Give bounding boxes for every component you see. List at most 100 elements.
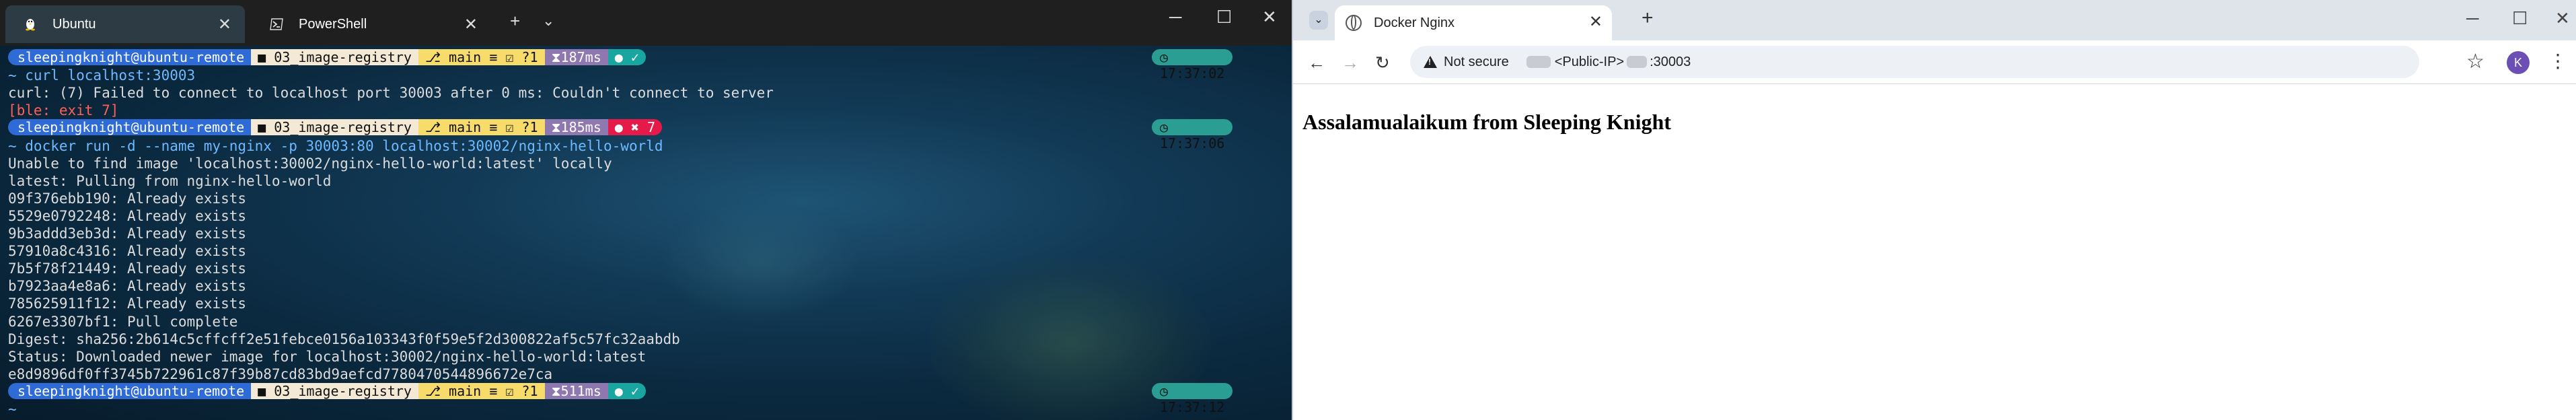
output-line: e8d9896df0ff3745b722961c87f39b87cd83bd9a… — [8, 366, 553, 382]
tab-search-button[interactable]: ⌄ — [1309, 11, 1328, 30]
git-branch-icon: ⎇ — [425, 119, 449, 135]
output-line: 785625911f12: Already exists — [8, 295, 247, 312]
prompt-duration: ⧗511ms — [544, 383, 608, 399]
reload-button[interactable]: ↻ — [1375, 53, 1390, 73]
prompt-duration-label: 185ms — [560, 119, 601, 135]
address-bar[interactable]: Not secure <Public-IP> :30003 — [1410, 46, 2419, 78]
back-button[interactable]: ← — [1308, 53, 1325, 73]
browser-window[interactable]: ⌄ Docker Nginx ✕ + ─ ☐ ✕ ← → ↻ Not secur… — [1292, 0, 2576, 420]
terminal-tab-bar: Ubuntu ✕ PowerShell ✕ + ⌄ ─ ☐ ✕ — [0, 0, 1292, 46]
terminal-window[interactable]: Ubuntu ✕ PowerShell ✕ + ⌄ ─ ☐ ✕ sleeping… — [0, 0, 1292, 420]
output-line: b7923aa4e8a6: Already exists — [8, 278, 247, 294]
folder-icon: ■ — [258, 383, 274, 399]
close-icon[interactable]: ✕ — [1589, 12, 1603, 32]
prompt-git-label: main ≡ ☑ ?1 — [449, 49, 538, 65]
command-line: ~ docker run -d --name my-nginx -p 30003… — [8, 138, 663, 154]
clock-icon: ◷ — [1160, 383, 1169, 399]
prompt-dir: ■ 03_image-registry — [251, 119, 418, 135]
not-secure-label: Not secure — [1444, 54, 1509, 69]
chevron-down-icon[interactable]: ⌄ — [542, 12, 554, 30]
bookmark-star-icon[interactable]: ☆ — [2466, 50, 2485, 73]
output-line: Status: Downloaded newer image for local… — [8, 349, 647, 365]
menu-kebab-icon[interactable]: ⋮ — [2548, 50, 2567, 72]
profile-avatar[interactable]: K — [2507, 51, 2530, 74]
output-line: 57910a8c4316: Already exists — [8, 243, 247, 259]
prompt-duration: ⧗187ms — [544, 49, 608, 65]
prompt-line: sleepingknight@ubuntu-remote ■ 03_image-r… — [8, 49, 646, 67]
prompt-dir-label: 03_image-registry — [274, 119, 412, 135]
clock-icon: ◷ — [1160, 49, 1169, 65]
prompt-duration-label: 187ms — [560, 49, 601, 65]
prompt-git-label: main ≡ ☑ ?1 — [449, 383, 538, 399]
close-icon[interactable]: ✕ — [464, 15, 478, 34]
prompt-user: sleepingknight@ubuntu-remote — [8, 383, 252, 399]
prompt-clock: ◷ 17:37:06 — [1152, 119, 1233, 151]
new-tab-button[interactable]: + — [1642, 7, 1654, 30]
output-line: latest: Pulling from nginx-hello-world — [8, 173, 332, 189]
prompt-user: sleepingknight@ubuntu-remote — [8, 119, 252, 135]
timer-icon: ⧗ — [551, 383, 561, 399]
prompt-clock-label: 17:37:12 — [1160, 399, 1225, 415]
output-line: 09f376ebb190: Already exists — [8, 190, 247, 207]
page-content: Assalamualaikum from Sleeping Knight — [1293, 84, 2576, 420]
prompt-clock: ◷ 17:37:02 — [1152, 49, 1233, 81]
linux-penguin-icon — [23, 17, 38, 32]
redacted-block — [1627, 56, 1648, 68]
tab-ubuntu-label: Ubuntu — [52, 16, 96, 32]
output-line: curl: (7) Failed to connect to localhost… — [8, 85, 774, 101]
prompt-git: ⎇ main ≡ ☑ ?1 — [418, 383, 545, 399]
prompt-dir-label: 03_image-registry — [274, 383, 412, 399]
status-dot-icon: ● — [614, 119, 631, 135]
timer-icon: ⧗ — [551, 119, 561, 135]
page-heading: Assalamualaikum from Sleeping Knight — [1302, 110, 1671, 134]
status-dot-icon: ● — [614, 49, 631, 65]
minimize-button[interactable]: ─ — [1169, 7, 1181, 28]
output-line: 5529e0792248: Already exists — [8, 208, 247, 224]
output-line: Digest: sha256:2b614c5cffcff2e51febce015… — [8, 331, 680, 347]
git-branch-icon: ⎇ — [425, 383, 449, 399]
output-line: 9b3addd3eb3d: Already exists — [8, 225, 247, 242]
error-line: [ble: exit 7] — [8, 102, 119, 118]
prompt-dir: ■ 03_image-registry — [251, 49, 418, 65]
close-icon[interactable]: ✕ — [218, 15, 231, 34]
prompt-git: ⎇ main ≡ ☑ ?1 — [418, 49, 545, 65]
browser-tab-title: Docker Nginx — [1374, 15, 1455, 30]
close-button[interactable]: ✕ — [1262, 7, 1277, 28]
prompt-clock-label: 17:37:02 — [1160, 65, 1225, 81]
globe-icon — [1346, 15, 1362, 31]
prompt-git: ⎇ main ≡ ☑ ?1 — [418, 119, 545, 135]
maximize-button[interactable]: ☐ — [2512, 8, 2528, 29]
browser-title-bar: ⌄ Docker Nginx ✕ + ─ ☐ ✕ — [1293, 0, 2576, 40]
git-branch-icon: ⎇ — [425, 49, 449, 65]
timer-icon: ⧗ — [551, 49, 561, 65]
close-button[interactable]: ✕ — [2555, 8, 2570, 29]
tab-ubuntu[interactable]: Ubuntu ✕ — [5, 5, 245, 43]
prompt-line: sleepingknight@ubuntu-remote ■ 03_image-r… — [8, 119, 662, 137]
status-dot-icon: ● — [614, 383, 631, 399]
output-line: 7b5f78f21449: Already exists — [8, 260, 247, 277]
site-info-chip[interactable]: Not secure — [1424, 55, 1509, 70]
forward-button[interactable]: → — [1341, 53, 1359, 73]
prompt-user: sleepingknight@ubuntu-remote — [8, 49, 252, 65]
tab-powershell[interactable]: PowerShell ✕ — [252, 5, 491, 43]
prompt-status-label: ✓ — [630, 383, 639, 399]
command-line: ~ — [8, 401, 26, 417]
browser-toolbar: ← → ↻ Not secure <Public-IP> :30003 ☆ K … — [1293, 40, 2576, 84]
prompt-status-label: ✖ 7 — [630, 119, 655, 135]
powershell-icon — [269, 17, 284, 32]
folder-icon: ■ — [258, 119, 274, 135]
command-line: ~ curl localhost:30003 — [8, 67, 196, 83]
minimize-button[interactable]: ─ — [2466, 8, 2478, 29]
redacted-block — [1526, 56, 1551, 68]
prompt-status: ● ✓ — [608, 383, 646, 399]
new-tab-button[interactable]: + — [510, 11, 520, 32]
output-line: 6267e3307bf1: Pull complete — [8, 314, 238, 330]
browser-tab[interactable]: Docker Nginx ✕ — [1335, 5, 1612, 40]
prompt-dir-label: 03_image-registry — [274, 49, 412, 65]
maximize-button[interactable]: ☐ — [1216, 7, 1232, 28]
prompt-status: ● ✖ 7 — [608, 119, 662, 135]
folder-icon: ■ — [258, 49, 274, 65]
tab-powershell-label: PowerShell — [299, 16, 367, 32]
prompt-duration-label: 511ms — [560, 383, 601, 399]
prompt-status-label: ✓ — [630, 49, 639, 65]
